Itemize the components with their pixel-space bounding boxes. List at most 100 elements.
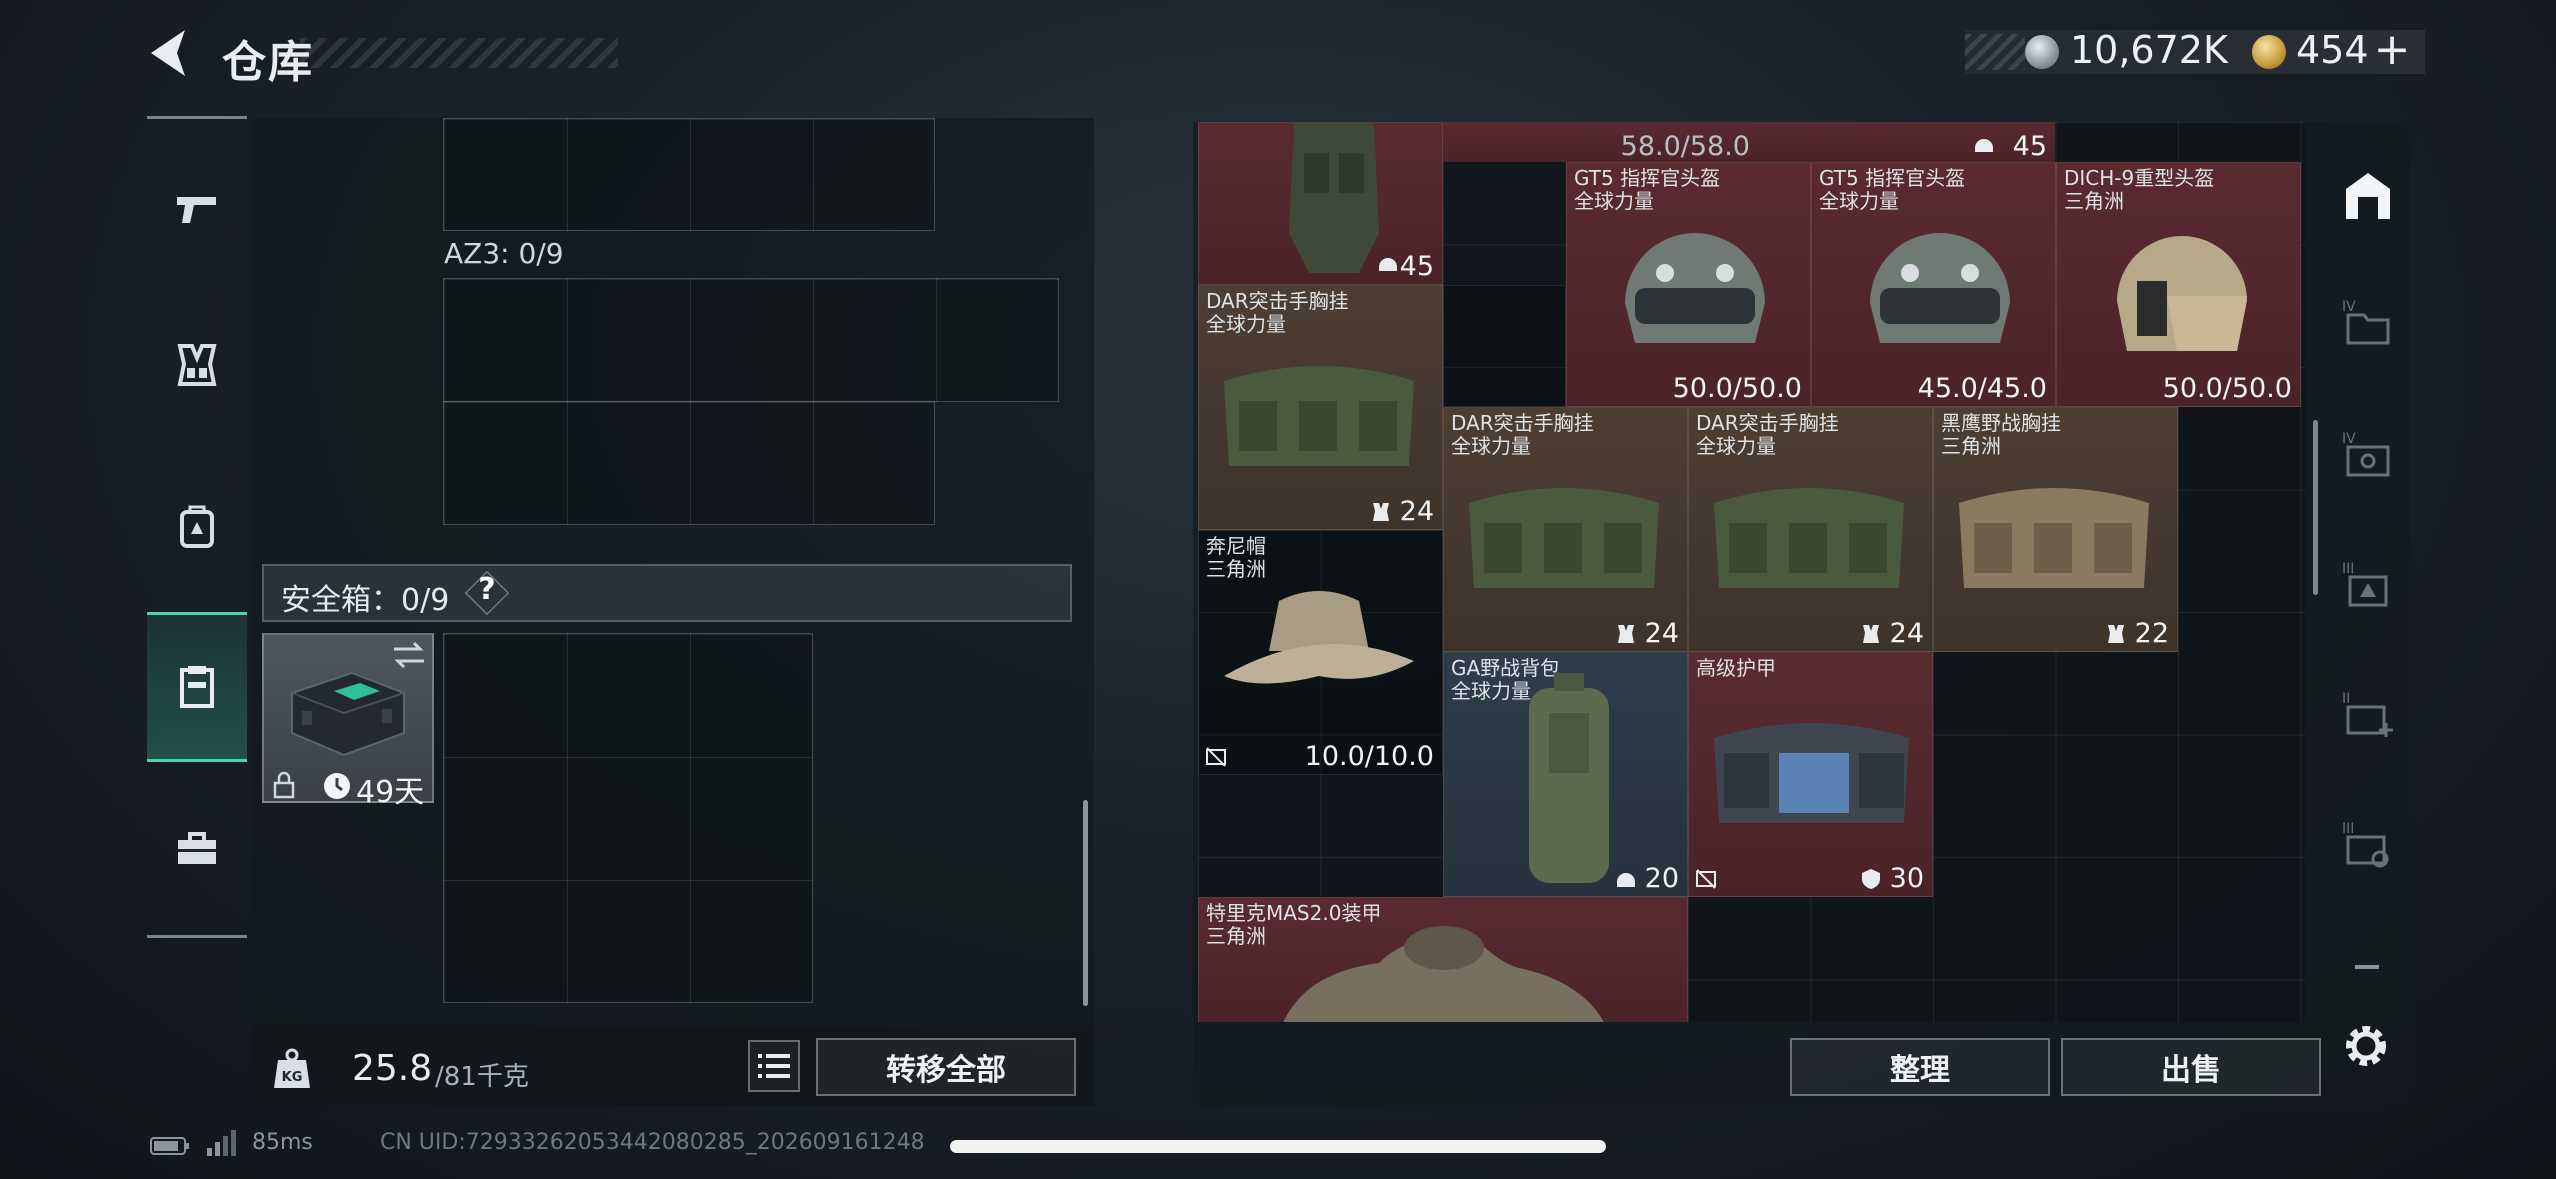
safe-box-item[interactable]: 49天: [262, 633, 434, 810]
item-name: 高级护甲: [1696, 656, 1776, 680]
key-tier3-icon: III: [2342, 821, 2388, 868]
backpack-icon: [180, 505, 214, 548]
stash-item-gt5-helmet-2[interactable]: GT5 指挥官头盔 全球力量 45.0/45.0: [1811, 162, 2056, 407]
item-durability: 45.0/45.0: [1917, 373, 2047, 404]
medical-tier2-icon: II: [2342, 691, 2393, 737]
add-currency-button[interactable]: +: [2372, 24, 2412, 75]
item-armor-class: 30: [1889, 863, 1924, 894]
list-view-button[interactable]: [748, 1040, 800, 1092]
rail-item-backpack[interactable]: [147, 452, 247, 602]
armor-bag-image: [1714, 723, 1909, 823]
gear-box-tier4-icon: IV: [2342, 431, 2389, 477]
swap-icon[interactable]: [390, 639, 428, 671]
right-rail-tier4-gear[interactable]: IV: [2325, 400, 2410, 510]
item-faction: 三角洲: [1941, 434, 2001, 458]
left-scrollbar[interactable]: [1083, 800, 1088, 1006]
rail-item-weapons[interactable]: [147, 133, 247, 283]
item-capacity: 24: [1644, 618, 1679, 649]
right-rail-tier2-medical[interactable]: II: [2325, 660, 2410, 770]
hat-image: [1224, 591, 1414, 684]
item-faction: 全球力量: [1451, 434, 1531, 458]
weight-max: /81千克: [435, 1062, 529, 1092]
item-name: DAR突击手胸挂: [1206, 289, 1349, 313]
rail-item-chest-rig[interactable]: [147, 290, 247, 440]
right-rail-tier3-key[interactable]: III: [2325, 790, 2410, 900]
stash-item-mas2-armor[interactable]: 特里克MAS2.0装甲 三角洲: [1198, 897, 1688, 1022]
az3-grid-row2[interactable]: [443, 401, 935, 525]
helmet-image: [1625, 233, 1765, 343]
safe-box-grid[interactable]: [443, 633, 813, 1003]
svg-text:IV: IV: [2342, 299, 2356, 315]
item-durability: 50.0/50.0: [2162, 373, 2292, 404]
stash-item-dar-rig-1[interactable]: DAR突击手胸挂 全球力量 24: [1198, 285, 1443, 530]
silver-amount: 10,672K: [2070, 28, 2228, 72]
stash-item-blackhawk-rig[interactable]: 黑鹰野战胸挂 三角洲 22: [1933, 407, 2178, 652]
silver-coin-icon: [2025, 35, 2059, 69]
toolbox-icon: [178, 832, 216, 864]
settings-gear-icon[interactable]: [2338, 1018, 2394, 1074]
item-name: DAR突击手胸挂: [1451, 411, 1594, 435]
stash-item-top-partial[interactable]: 58.0/58.0 45: [1443, 122, 2055, 162]
item-durability: 10.0/10.0: [1304, 741, 1434, 772]
battery-icon: [150, 1137, 189, 1155]
backpack-small-icon: [1617, 873, 1635, 887]
item-name: DICH-9重型头盔: [2064, 166, 2215, 190]
container-grid-top[interactable]: [443, 118, 935, 231]
stash-scrollbar[interactable]: [2313, 420, 2318, 595]
item-capacity: 24: [1889, 618, 1924, 649]
rail-item-safe-box[interactable]: [147, 612, 247, 762]
rail-item-toolbox[interactable]: [147, 774, 247, 924]
sort-button[interactable]: 整理: [1790, 1038, 2050, 1096]
safe-item-time: 49天: [356, 775, 425, 810]
sell-button[interactable]: 出售: [2061, 1038, 2321, 1096]
right-rail-stash[interactable]: [2325, 140, 2410, 250]
weight-icon: KG: [274, 1048, 310, 1088]
item-faction: 全球力量: [1206, 312, 1286, 336]
stash-grid: 45 58.0/58.0 45 GT5 指挥官头盔 全球力量 50.0/50.0…: [1198, 122, 2305, 1022]
user-uid: CN UID:729332620534420802​85_20260916124…: [380, 1130, 925, 1155]
stash-item-boonie-hat[interactable]: 奔尼帽 三角洲 10.0/10.0: [1198, 530, 1443, 775]
chest-rig-image: [1714, 488, 1904, 588]
empty-slot[interactable]: [1443, 285, 1566, 407]
stash-item-ga-backpack[interactable]: GA野战背包 全球力量 20: [1443, 652, 1688, 897]
home-indicator[interactable]: [950, 1140, 1606, 1153]
chest-rig-image: [1469, 488, 1659, 588]
safe-box-label: 安全箱：0/9: [281, 583, 450, 618]
backpack-image: [1529, 673, 1609, 883]
az3-label: AZ3: 0/9: [444, 237, 564, 270]
stash-item-dich9-helmet[interactable]: DICH-9重型头盔 三角洲 50.0/50.0: [2056, 162, 2301, 407]
item-value: 58.0/58.0: [1620, 131, 1750, 162]
lock-icon: [273, 771, 295, 799]
transfer-all-button[interactable]: 转移全部: [816, 1038, 1076, 1096]
stash-item-gt5-helmet-1[interactable]: GT5 指挥官头盔 全球力量 50.0/50.0: [1566, 162, 1811, 407]
item-durability: 50.0/50.0: [1672, 373, 1802, 404]
currency-decoration: [1965, 34, 2025, 70]
item-name: DAR突击手胸挂: [1696, 411, 1839, 435]
stash-item-vest-top[interactable]: 45: [1198, 122, 1443, 285]
back-arrow-icon[interactable]: [145, 26, 195, 80]
stash-item-advanced-armor[interactable]: 高级护甲 30: [1688, 652, 1933, 897]
box-tier3-icon: III: [2342, 561, 2387, 607]
heavy-helmet-image: [2117, 236, 2247, 351]
svg-text:II: II: [2342, 691, 2350, 707]
list-icon: [758, 1054, 790, 1078]
weight-current: 25.8: [352, 1048, 433, 1089]
svg-text:KG: KG: [282, 1070, 303, 1085]
item-faction: 三角洲: [1206, 924, 1266, 948]
stash-item-dar-rig-2[interactable]: DAR突击手胸挂 全球力量 24: [1443, 407, 1688, 652]
helmet-image: [1870, 233, 2010, 343]
chest-rig-small-icon: [1863, 625, 1879, 643]
help-button[interactable]: ?: [470, 572, 504, 607]
right-rail-tier4-container[interactable]: IV: [2325, 268, 2410, 378]
clock-icon: [324, 773, 350, 799]
helmet-small-icon: [1379, 258, 1397, 271]
az3-grid-row1[interactable]: [443, 278, 1059, 402]
chest-rig-small-icon: [1373, 503, 1389, 521]
signal-icon: [207, 1130, 236, 1156]
stash-item-dar-rig-3[interactable]: DAR突击手胸挂 全球力量 24: [1688, 407, 1933, 652]
no-repair-icon: [1696, 869, 1716, 889]
right-rail-tier3-box[interactable]: III: [2325, 530, 2410, 640]
title-decoration: [300, 38, 618, 68]
chest-rig-small-icon: [2108, 625, 2124, 643]
item-value: 45: [1399, 251, 1434, 282]
